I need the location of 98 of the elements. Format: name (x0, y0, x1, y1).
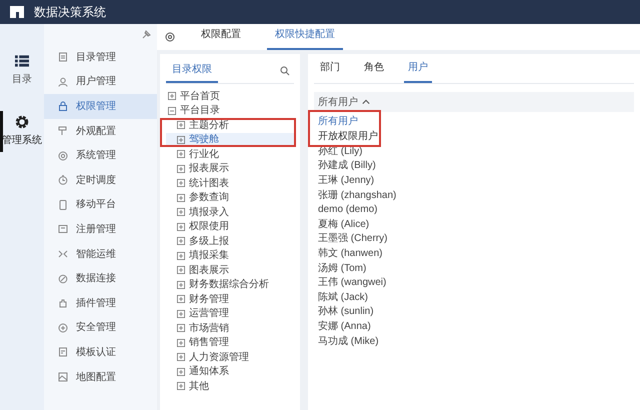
user-icon (58, 76, 68, 87)
tree-item[interactable]: 通知体系 (166, 364, 294, 379)
menu-item[interactable]: 地图配置 (44, 364, 157, 390)
expand-icon[interactable] (177, 266, 185, 274)
expand-icon[interactable] (177, 164, 185, 173)
user-item[interactable]: 王墨强 (Cherry) (314, 232, 634, 246)
tree-item[interactable]: 主题分析 (166, 118, 294, 132)
tab[interactable]: 权限配置 (193, 27, 249, 50)
expand-icon[interactable] (177, 208, 185, 216)
tree-item[interactable]: 平台首页 (166, 89, 294, 104)
tree-item[interactable]: 行业化 (166, 147, 294, 162)
plus-circle-icon (58, 322, 68, 333)
phone-icon (58, 200, 68, 210)
timer-icon (58, 175, 68, 186)
menu-item[interactable]: 用户管理 (44, 70, 157, 94)
expand-icon[interactable] (177, 310, 185, 318)
logo-icon (10, 6, 24, 18)
user-item[interactable]: 韩文 (hanwen) (314, 246, 634, 261)
expand-icon[interactable] (177, 368, 185, 376)
expand-icon[interactable] (177, 280, 185, 289)
user-item[interactable]: 夏梅 (Alice) (314, 216, 634, 232)
tree-item[interactable]: 统计图表 (166, 176, 294, 190)
expand-icon[interactable] (177, 150, 185, 158)
expand-icon[interactable] (177, 353, 185, 362)
menu-item[interactable]: 安全管理 (44, 316, 157, 340)
rail-item[interactable]: 目录 (12, 72, 32, 87)
settings-icon[interactable] (165, 32, 175, 42)
expand-icon[interactable] (177, 222, 185, 231)
expand-icon[interactable] (177, 338, 185, 347)
menu-item[interactable]: 注册管理 (44, 217, 157, 242)
list-icon (15, 54, 29, 68)
menu-item[interactable]: 移动平台 (44, 192, 157, 218)
tab[interactable]: 部门 (316, 60, 344, 83)
tree-item[interactable]: 填报采集 (166, 248, 294, 263)
user-item[interactable]: 孙林 (sunlin) (314, 304, 634, 320)
tree-item[interactable]: 图表展示 (166, 263, 294, 278)
expand-icon[interactable] (177, 295, 185, 304)
tab[interactable]: 用户 (404, 60, 432, 83)
user-item[interactable]: 王伟 (wangwei) (314, 275, 634, 290)
tree-item[interactable]: 权限使用 (166, 220, 294, 234)
menu-item[interactable]: 外观配置 (44, 118, 157, 144)
menu-item[interactable]: 插件管理 (44, 290, 157, 316)
tree-item[interactable]: 财务管理 (166, 292, 294, 306)
tree-item[interactable]: 平台目录 (166, 104, 294, 118)
expand-icon[interactable] (177, 121, 185, 130)
menu-item[interactable]: 权限管理 (44, 94, 157, 119)
expand-icon[interactable] (177, 179, 185, 188)
tree-item[interactable]: 销售管理 (166, 336, 294, 350)
arrows-icon (58, 249, 68, 260)
search-icon[interactable] (280, 66, 290, 76)
expand-icon[interactable] (177, 382, 185, 390)
rail-item[interactable]: 管理系统 (2, 133, 42, 148)
menu-item[interactable]: 数据连接 (44, 266, 157, 291)
settings-icon (58, 150, 68, 161)
image-icon (58, 372, 68, 382)
user-item[interactable]: demo (demo) (314, 202, 634, 217)
tree-item[interactable]: 市场营销 (166, 321, 294, 336)
card-icon (58, 224, 68, 234)
app-title: 数据决策系统 (34, 4, 106, 21)
dropdown-option[interactable]: 开放权限用户 (314, 129, 634, 144)
tree-item[interactable]: 财务数据综合分析 (166, 278, 294, 292)
dropdown-option[interactable]: 所有用户 (314, 114, 634, 129)
user-item[interactable]: 安娜 (Anna) (314, 319, 634, 334)
menu-item[interactable]: 模板认证 (44, 340, 157, 365)
tree-item[interactable]: 报表展示 (166, 162, 294, 176)
expand-icon[interactable] (168, 92, 176, 100)
menu-item[interactable]: 目录管理 (44, 45, 157, 70)
tab[interactable]: 角色 (360, 60, 388, 83)
lock-icon (58, 101, 68, 112)
expand-icon[interactable] (177, 136, 185, 144)
filter-dropdown[interactable]: 所有用户 (314, 92, 634, 112)
expand-icon[interactable] (177, 252, 185, 260)
user-item[interactable]: 陈斌 (Jack) (314, 290, 634, 305)
user-item[interactable]: 汤姆 (Tom) (314, 260, 634, 276)
user-item[interactable]: 孙建成 (Billy) (314, 158, 634, 174)
catalog-tab[interactable]: 目录权限 (166, 62, 218, 83)
tree-item[interactable]: 多级上报 (166, 234, 294, 248)
selection-bar (0, 111, 3, 152)
expand-icon[interactable] (177, 324, 185, 332)
user-item[interactable]: 张珊 (zhangshan) (314, 188, 634, 202)
user-item[interactable]: 王琳 (Jenny) (314, 173, 634, 188)
menu-item[interactable]: 智能运维 (44, 242, 157, 266)
tree-item[interactable]: 人力资源管理 (166, 350, 294, 364)
tree-item[interactable]: 参数查询 (166, 190, 294, 205)
user-item[interactable]: 马功成 (Mike) (314, 334, 634, 348)
tab[interactable]: 权限快捷配置 (267, 27, 343, 50)
menu-item[interactable]: 定时调度 (44, 168, 157, 193)
tree-item[interactable]: 填报录入 (166, 205, 294, 220)
expand-icon[interactable] (177, 237, 185, 246)
menu-item[interactable]: 系统管理 (44, 143, 157, 168)
pin-icon[interactable] (141, 30, 151, 40)
settings-icon (15, 115, 29, 129)
expand-icon[interactable] (177, 194, 185, 202)
collapse-icon[interactable] (168, 106, 176, 115)
tree-item[interactable]: 其他 (166, 379, 294, 394)
document-icon (58, 52, 68, 62)
tree-item[interactable]: 运营管理 (166, 306, 294, 321)
document-icon (58, 347, 68, 358)
